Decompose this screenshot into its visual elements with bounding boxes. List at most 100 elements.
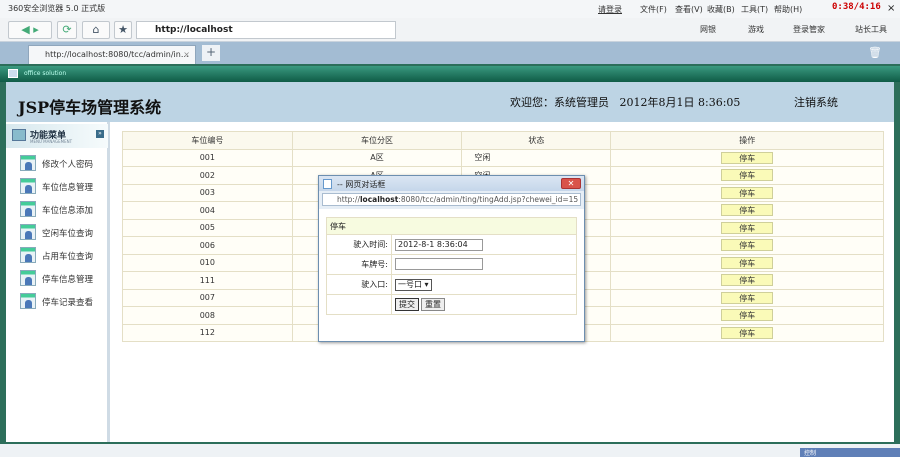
login-link[interactable]: 请登录	[598, 4, 622, 15]
action-cell: 停车	[610, 306, 884, 325]
toolbar-webmaster[interactable]: 站长工具	[855, 24, 887, 35]
col-header-zone: 车位分区	[291, 131, 463, 150]
tab-close-icon[interactable]: ×	[183, 46, 190, 63]
action-cell: 停车	[610, 288, 884, 307]
sidebar-item-space-add[interactable]: 车位信息添加	[20, 201, 110, 219]
park-button[interactable]: 停车	[721, 204, 774, 217]
park-button[interactable]: 停车	[721, 239, 774, 252]
menu-view[interactable]: 查看(V)	[675, 4, 703, 15]
sidebar-item-occupied-query[interactable]: 占用车位查询	[20, 247, 110, 265]
browser-title-bar: 360安全浏览器 5.0 正式版 请登录 文件(F) 查看(V) 收藏(B) 工…	[0, 0, 900, 18]
sidebar-item-change-password[interactable]: 修改个人密码	[20, 155, 110, 173]
dialog-close-button[interactable]: ✕	[561, 178, 581, 189]
web-dialog: -- 网页对话框 ✕ http://localhost:8080/tcc/adm…	[318, 175, 585, 342]
sidebar-item-label: 停车记录查看	[42, 298, 94, 308]
dialog-url-path: :8080/tcc/admin/ting/tingAdd.jsp?chewei_…	[398, 195, 579, 204]
park-button[interactable]: 停车	[721, 186, 774, 199]
entry-time-input[interactable]: 2012-8-1 8:36:04	[395, 238, 483, 251]
page-title: JSP停车场管理系统	[18, 98, 162, 117]
tab-title: http://localhost:8080/tcc/admin/in...	[45, 50, 189, 59]
address-text: http://localhost	[155, 25, 233, 35]
collapse-icon[interactable]: »	[96, 130, 104, 138]
back-forward-icon[interactable]: ◀ ▸	[8, 21, 52, 39]
new-tab-icon[interactable]: +	[202, 45, 220, 61]
reset-button[interactable]: 重置	[421, 298, 445, 311]
close-icon[interactable]: ×	[887, 3, 895, 14]
sidebar-item-label: 占用车位查询	[42, 252, 94, 262]
table-row: 001 A区 空闲 停车	[122, 148, 884, 167]
welcome-user: 欢迎您：系统管理员	[510, 96, 609, 109]
user-icon	[20, 155, 36, 171]
plate-number-input[interactable]	[395, 257, 483, 270]
video-clock: 0:38/4:16	[832, 2, 881, 12]
user-icon	[20, 270, 36, 286]
sidebar-item-space-manage[interactable]: 车位信息管理	[20, 178, 110, 196]
menu-tools[interactable]: 工具(T)	[741, 4, 768, 15]
logout-link[interactable]: 注销系统	[794, 94, 838, 110]
park-button[interactable]: 停车	[721, 151, 774, 164]
tab-active[interactable]: http://localhost:8080/tcc/admin/in... ×	[28, 45, 196, 64]
space-id: 008	[122, 306, 293, 325]
action-cell: 停车	[610, 253, 884, 272]
action-cell: 停车	[610, 201, 884, 220]
action-cell: 停车	[610, 218, 884, 237]
plate-label: 车牌号:	[326, 254, 392, 275]
toolbar-login-manager[interactable]: 登录管家	[793, 24, 825, 35]
parking-form: 停车 驶入时间: 2012-8-1 8:36:04 车牌号: 驶入口: 一号口 ▾ …	[326, 217, 577, 315]
sidebar-subtitle: MENU MANAGEMENT	[30, 139, 73, 144]
sidebar-item-parking-records[interactable]: 停车记录查看	[20, 293, 110, 311]
sidebar-item-label: 停车信息管理	[42, 275, 94, 285]
park-button[interactable]: 停车	[721, 169, 774, 182]
entrance-select[interactable]: 一号口 ▾	[395, 278, 432, 291]
sidebar-item-label: 空闲车位查询	[42, 229, 94, 239]
park-button[interactable]: 停车	[721, 256, 774, 269]
time-label: 驶入时间:	[326, 234, 392, 255]
menu-favorites[interactable]: 收藏(B)	[707, 4, 735, 15]
app-top-bar: office solution	[0, 66, 900, 82]
toolbar-bank[interactable]: 网银	[700, 24, 716, 35]
dialog-url-prefix: http://	[337, 195, 360, 204]
park-button[interactable]: 停车	[721, 221, 774, 234]
dialog-url-host: localhost	[359, 195, 399, 204]
address-bar[interactable]: http://localhost	[136, 21, 396, 39]
trash-icon[interactable]: 🗑	[868, 46, 882, 59]
brand-small: office solution	[24, 70, 67, 77]
space-id: 001	[122, 148, 293, 167]
action-cell: 停车	[610, 236, 884, 255]
park-button[interactable]: 停车	[721, 274, 774, 287]
col-header-action: 操作	[610, 131, 884, 150]
action-cell: 停车	[610, 166, 884, 185]
space-id: 004	[122, 201, 293, 220]
space-zone: A区	[291, 148, 463, 167]
refresh-icon[interactable]: ⟳	[57, 21, 77, 39]
space-status: 空闲	[461, 148, 612, 167]
park-button[interactable]: 停车	[721, 309, 774, 322]
monitor-icon	[8, 69, 18, 78]
control-panel-tab[interactable]: 控制	[800, 448, 900, 457]
user-icon	[20, 178, 36, 194]
chevron-down-icon: ▾	[424, 279, 429, 289]
space-id: 007	[122, 288, 293, 307]
toolbar-games[interactable]: 游戏	[748, 24, 764, 35]
menu-file[interactable]: 文件(F)	[640, 4, 667, 15]
entrance-value: 一号口	[398, 279, 422, 289]
park-button[interactable]: 停车	[721, 326, 774, 339]
home-icon[interactable]: ⌂	[82, 21, 110, 39]
action-cell: 停车	[610, 148, 884, 167]
app-header: JSP停车场管理系统 欢迎您：系统管理员 2012年8月1日 8:36:05 注…	[6, 82, 894, 122]
sidebar-item-free-query[interactable]: 空闲车位查询	[20, 224, 110, 242]
action-cell: 停车	[610, 183, 884, 202]
menu-help[interactable]: 帮助(H)	[774, 4, 802, 15]
space-id: 006	[122, 236, 293, 255]
user-icon	[20, 201, 36, 217]
sidebar-item-label: 车位信息添加	[42, 206, 94, 216]
col-header-id: 车位编号	[122, 131, 293, 150]
submit-button[interactable]: 提交	[395, 298, 419, 311]
dialog-title-bar: -- 网页对话框 ✕	[319, 176, 584, 191]
action-cell: 停车	[610, 271, 884, 290]
park-button[interactable]: 停车	[721, 291, 774, 304]
space-id: 010	[122, 253, 293, 272]
user-icon	[20, 247, 36, 263]
star-icon[interactable]: ★	[114, 21, 132, 39]
sidebar-item-parking-manage[interactable]: 停车信息管理	[20, 270, 110, 288]
